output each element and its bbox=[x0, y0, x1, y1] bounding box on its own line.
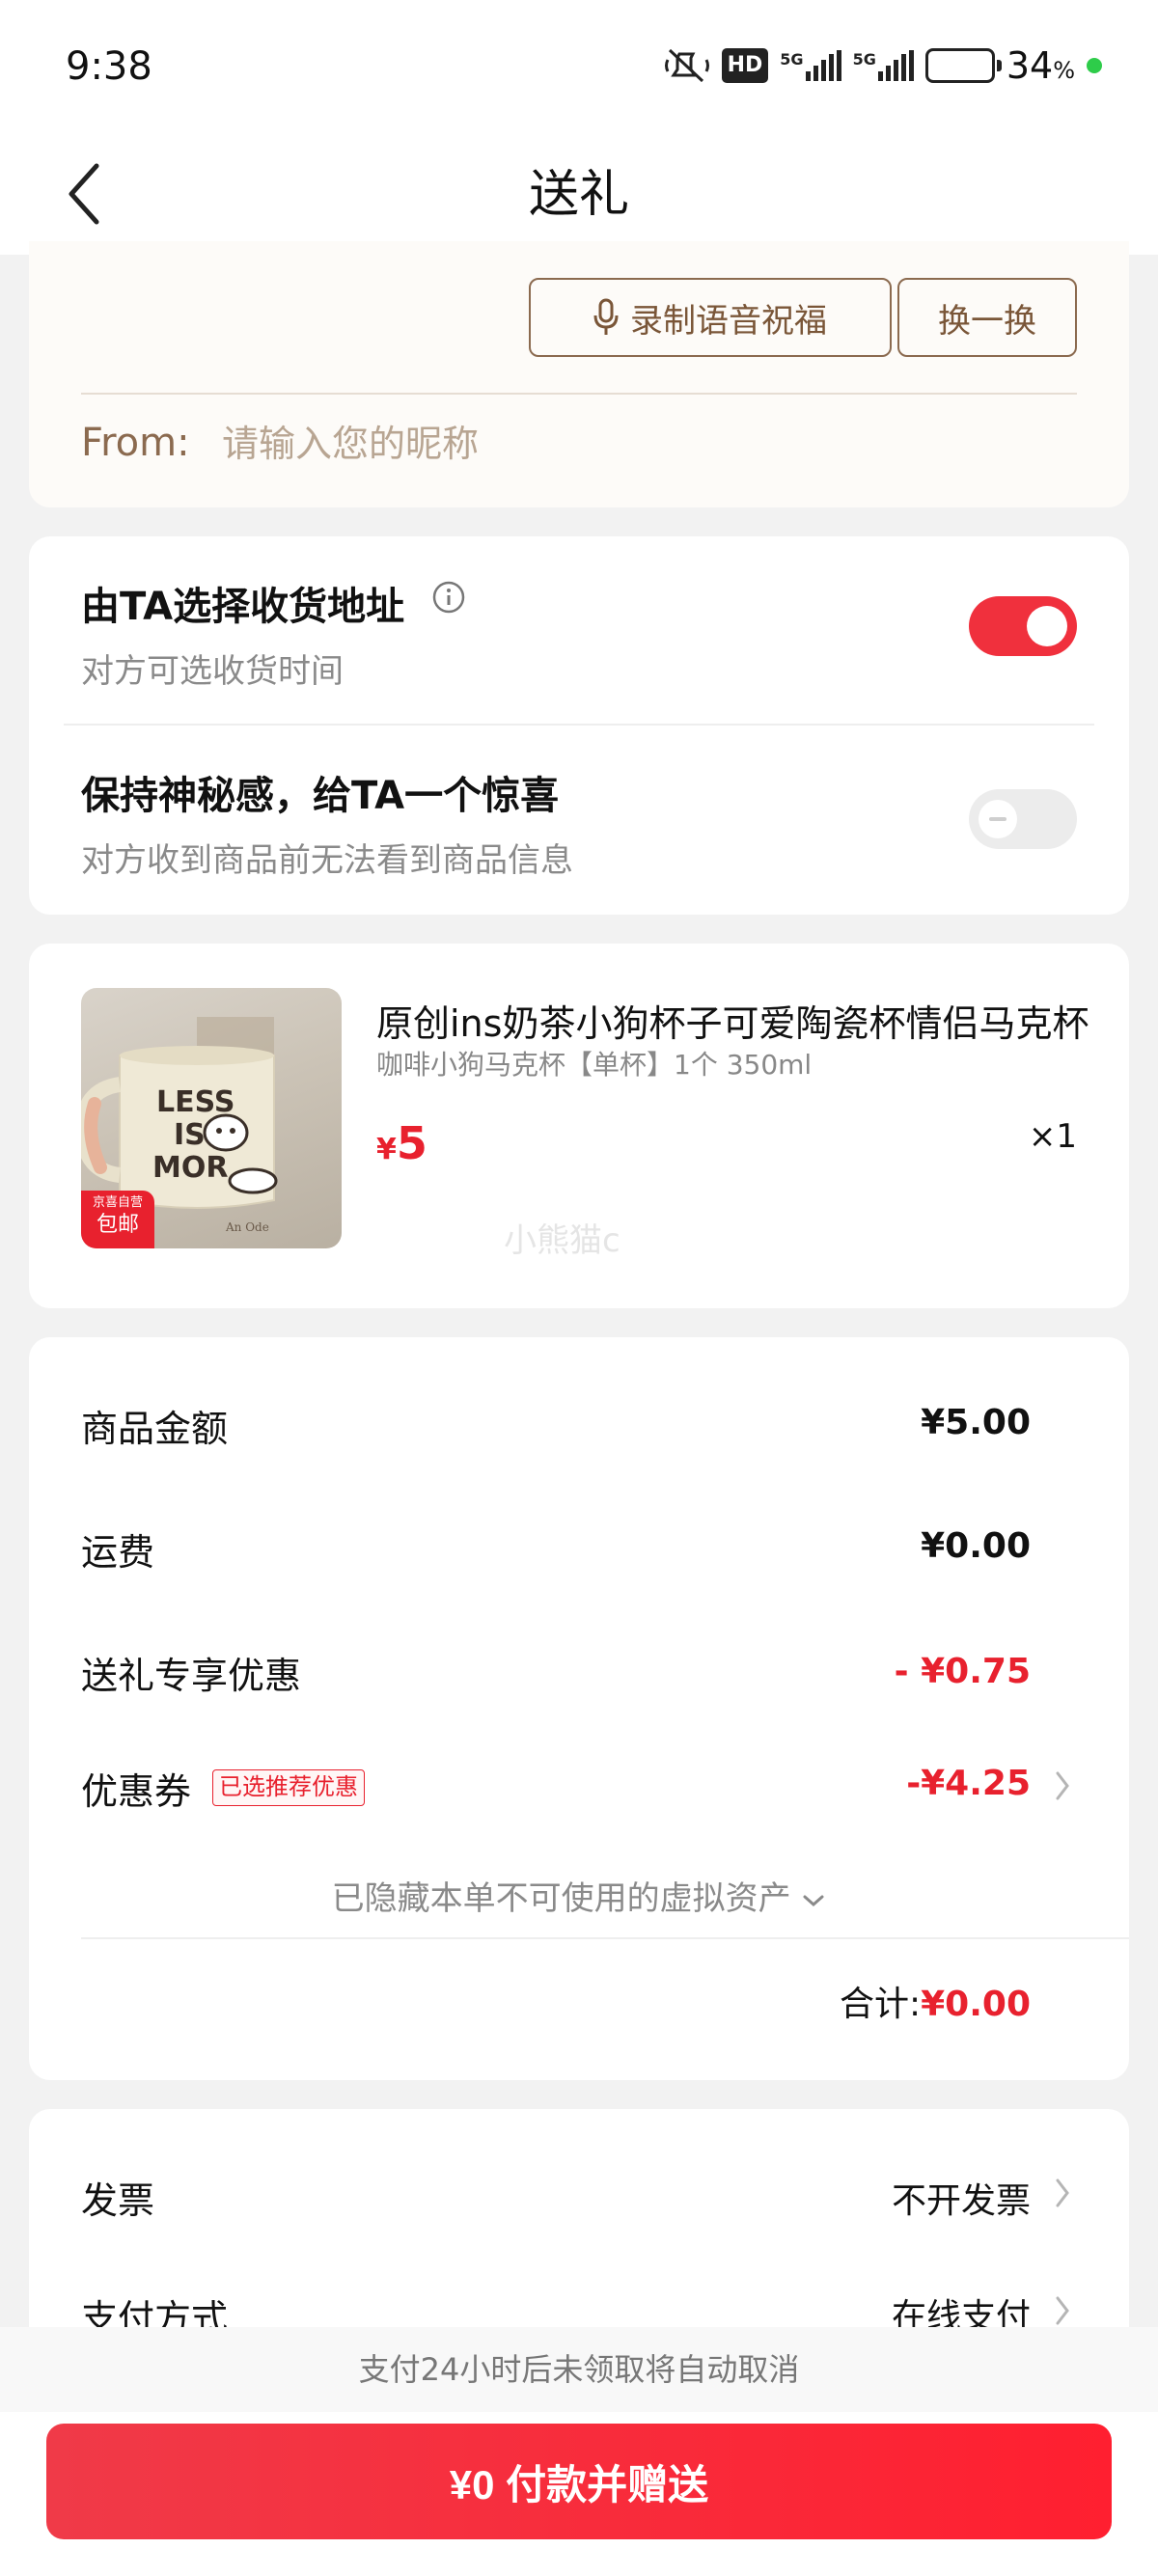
goods-amount-label: 商品金额 bbox=[81, 1408, 229, 1450]
address-option-title: 由TA选择收货地址 bbox=[81, 585, 405, 629]
coupon-value[interactable]: -¥4.25 bbox=[906, 1764, 1031, 1803]
status-bar: 9:38 HD 5G 5G 34% bbox=[0, 0, 1158, 135]
signal-bars-icon bbox=[877, 50, 914, 81]
hd-badge: HD bbox=[721, 48, 769, 83]
surprise-toggle[interactable] bbox=[969, 789, 1077, 849]
surprise-option-subtitle: 对方收到商品前无法看到商品信息 bbox=[81, 841, 573, 880]
svg-text:An Ode: An Ode bbox=[225, 1220, 269, 1234]
chevron-down-icon bbox=[803, 1895, 824, 1906]
chevron-right-icon[interactable] bbox=[1054, 2177, 1071, 2209]
product-title[interactable]: 原创ins奶茶小狗杯子可爱陶瓷杯情侣马克杯 bbox=[376, 994, 1090, 1047]
change-blessing-button[interactable]: 换一换 bbox=[897, 278, 1077, 357]
status-time: 9:38 bbox=[66, 44, 152, 89]
signal-2: 5G bbox=[853, 50, 914, 81]
signal-2-label: 5G bbox=[852, 50, 876, 69]
mute-vibrate-icon bbox=[664, 46, 710, 85]
chevron-right-icon[interactable] bbox=[1054, 2294, 1071, 2327]
svg-text:IS: IS bbox=[174, 1118, 206, 1152]
gift-discount-value: - ¥0.75 bbox=[894, 1652, 1031, 1691]
battery-text: 34% bbox=[1006, 44, 1075, 87]
signal-1: 5G bbox=[780, 50, 841, 81]
watermark: 小熊猫c bbox=[504, 1221, 620, 1260]
page-title: 送礼 bbox=[528, 166, 629, 224]
hidden-assets-toggle[interactable]: 已隐藏本单不可使用的虚拟资产 bbox=[29, 1872, 1129, 1919]
self-operated-tag: 京喜自营 包邮 bbox=[81, 1191, 154, 1248]
battery-icon bbox=[924, 48, 1002, 83]
signal-1-label: 5G bbox=[780, 50, 804, 69]
shipping-label: 运费 bbox=[81, 1531, 155, 1574]
gift-discount-label: 送礼专享优惠 bbox=[81, 1655, 302, 1697]
svg-text:MOR: MOR bbox=[152, 1151, 228, 1185]
coupon-label[interactable]: 优惠券 bbox=[81, 1762, 191, 1815]
coupon-badge: 已选推荐优惠 bbox=[212, 1769, 365, 1806]
invoice-label[interactable]: 发票 bbox=[81, 2171, 154, 2224]
toggle-knob bbox=[1027, 606, 1067, 646]
nickname-input[interactable] bbox=[222, 415, 1052, 473]
gift-options-card: 由TA选择收货地址 对方可选收货时间 保持神秘感，给TA一个惊喜 对方收到商品前… bbox=[29, 536, 1129, 915]
product-quantity: ×1 bbox=[1028, 1117, 1077, 1156]
product-image[interactable]: LESS IS MOR An Ode 京喜自营 包邮 bbox=[81, 988, 342, 1248]
invoice-value[interactable]: 不开发票 bbox=[892, 2173, 1031, 2223]
address-toggle[interactable] bbox=[969, 596, 1077, 656]
goods-amount-value: ¥5.00 bbox=[921, 1403, 1031, 1442]
order-total: 合计:¥0.00 bbox=[839, 1985, 1031, 2024]
order-total-value: ¥0.00 bbox=[921, 1985, 1031, 2024]
address-option-subtitle: 对方可选收货时间 bbox=[81, 652, 344, 691]
divider bbox=[81, 393, 1077, 395]
amount-card: 商品金额 ¥5.00 运费 ¥0.00 送礼专享优惠 - ¥0.75 优惠券 已… bbox=[29, 1337, 1129, 2080]
bottom-bar: 支付24小时后未领取将自动取消 ¥0 付款并赠送 bbox=[0, 2327, 1158, 2576]
status-icons: HD 5G 5G 34% bbox=[664, 44, 1102, 87]
surprise-option-title: 保持神秘感，给TA一个惊喜 bbox=[81, 774, 560, 818]
auto-cancel-notice: 支付24小时后未领取将自动取消 bbox=[0, 2327, 1158, 2412]
shipping-value: ¥0.00 bbox=[921, 1526, 1031, 1566]
info-icon[interactable] bbox=[430, 579, 467, 619]
blessing-card: 录制语音祝福 换一换 From: bbox=[29, 241, 1129, 507]
record-voice-label: 录制语音祝福 bbox=[630, 301, 827, 341]
divider bbox=[81, 1937, 1129, 1939]
product-spec: 咖啡小狗马克杯【单杯】1个 350ml bbox=[376, 1049, 813, 1081]
product-price: ¥5 bbox=[376, 1117, 427, 1169]
microphone-icon bbox=[593, 298, 619, 335]
chevron-right-icon[interactable] bbox=[1054, 1769, 1071, 1802]
pay-and-gift-button[interactable]: ¥0 付款并赠送 bbox=[46, 2424, 1112, 2539]
product-card[interactable]: LESS IS MOR An Ode 京喜自营 包邮 原创ins奶茶小狗杯子可爱… bbox=[29, 944, 1129, 1308]
record-voice-button[interactable]: 录制语音祝福 bbox=[529, 278, 892, 357]
from-label: From: bbox=[81, 421, 190, 465]
signal-bars-icon bbox=[805, 50, 841, 81]
toggle-knob bbox=[979, 800, 1017, 838]
privacy-dot-icon bbox=[1087, 58, 1102, 73]
divider bbox=[64, 724, 1094, 726]
navbar: 送礼 bbox=[0, 135, 1158, 255]
